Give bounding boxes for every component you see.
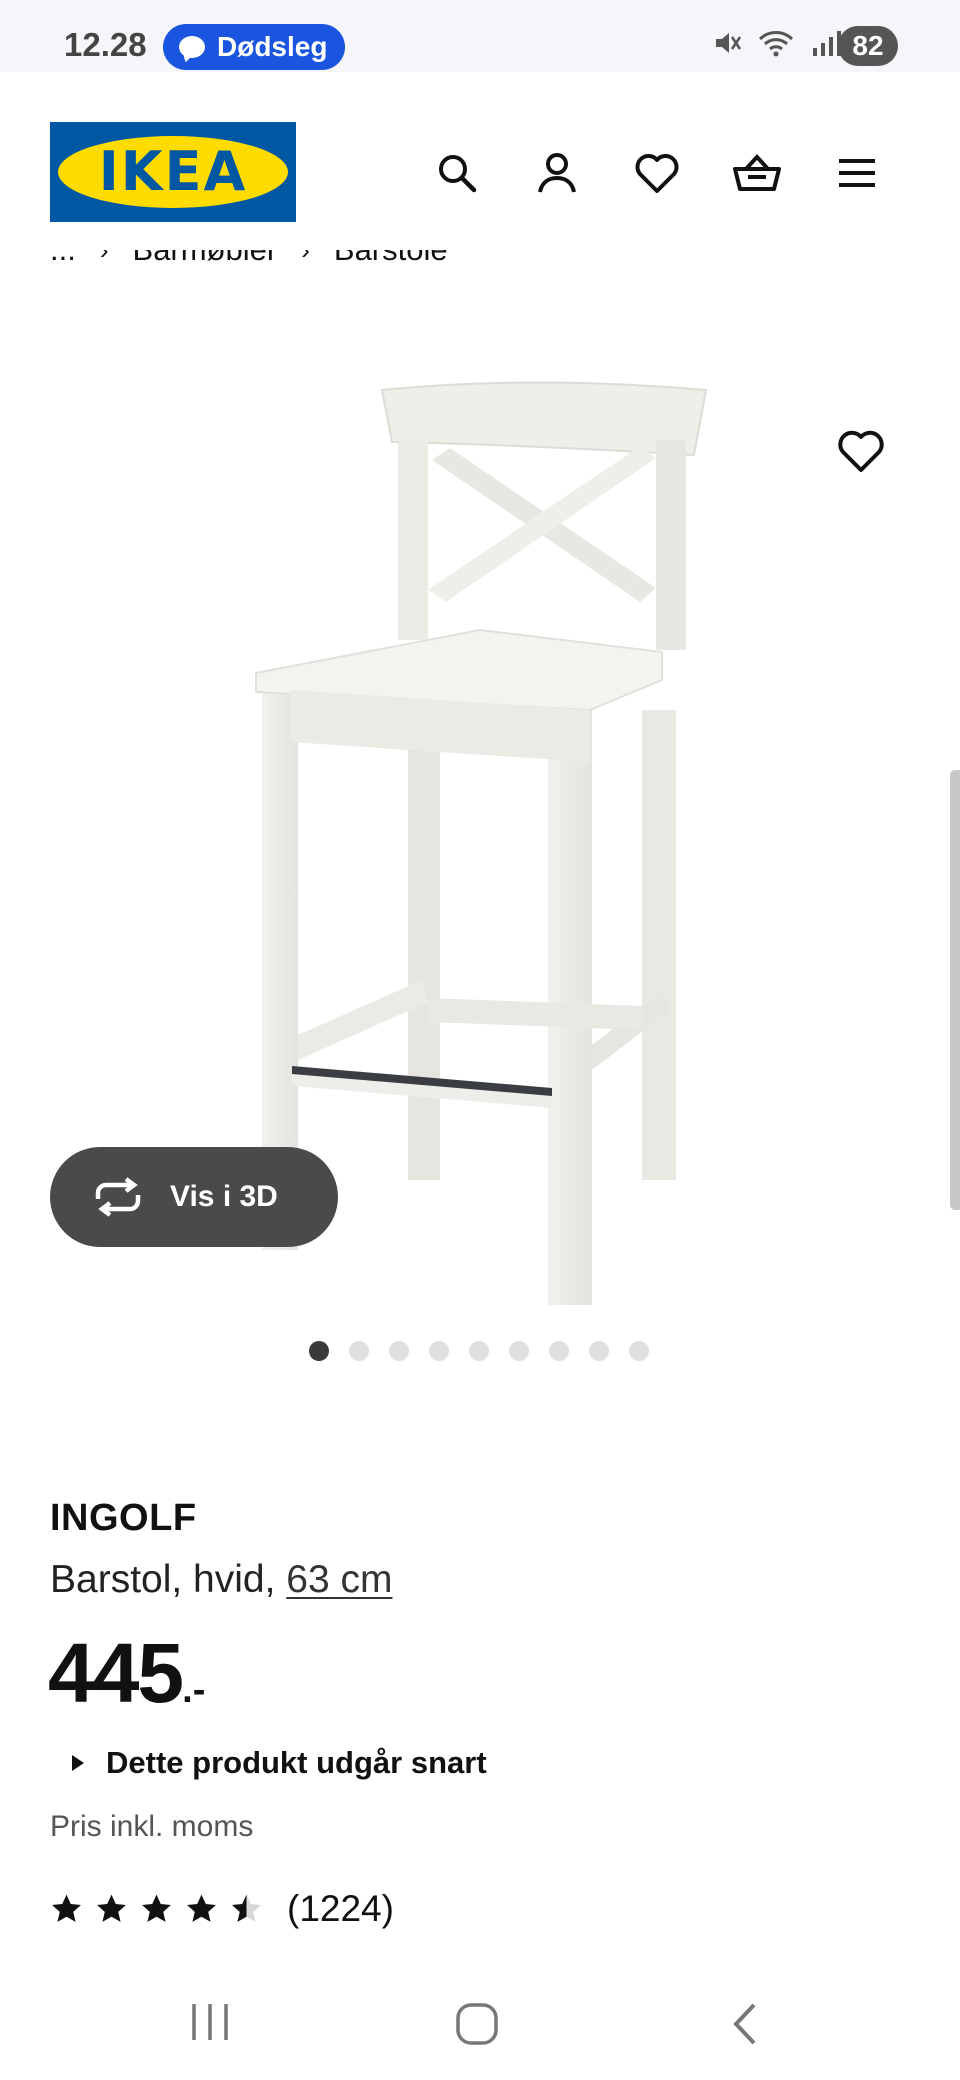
star-icon: [52, 1894, 81, 1922]
breadcrumb-barstole[interactable]: Barstole: [334, 250, 448, 268]
chevron-right-icon: ›: [301, 250, 310, 266]
price-main: 445: [48, 1626, 184, 1720]
heart-icon[interactable]: [632, 148, 682, 198]
discontinued-notice[interactable]: Dette produkt udgår snart: [72, 1745, 487, 1781]
carousel-dot[interactable]: [589, 1341, 609, 1361]
carousel-dot[interactable]: [429, 1341, 449, 1361]
add-to-favourites-heart-icon[interactable]: [836, 428, 886, 478]
profile-icon[interactable]: [532, 148, 582, 198]
breadcrumb-barmobler[interactable]: Barmøbler: [133, 250, 278, 268]
star-icon: [97, 1894, 126, 1922]
rating-stars: [50, 1893, 263, 1925]
product-description: Barstol, hvid, 63 cm: [50, 1558, 392, 1602]
header-actions: [432, 148, 882, 198]
discontinued-label: Dette produkt udgår snart: [106, 1745, 487, 1780]
half-star-icon: [232, 1894, 261, 1922]
notification-label: Dødsleg: [217, 31, 328, 62]
star-icon: [187, 1894, 216, 1922]
product-type: Barstol, hvid,: [50, 1558, 287, 1601]
product-rating[interactable]: (1224): [50, 1888, 394, 1930]
menu-icon[interactable]: [832, 148, 882, 198]
view-in-3d-button[interactable]: Vis i 3D: [50, 1147, 338, 1247]
basket-icon[interactable]: [732, 148, 782, 198]
search-icon[interactable]: [432, 148, 482, 198]
price-suffix: .-: [182, 1669, 206, 1711]
carousel-dot[interactable]: [469, 1341, 489, 1361]
mute-icon: [716, 33, 742, 53]
system-navigation-bar: [0, 1960, 960, 2080]
carousel-dot[interactable]: [629, 1341, 649, 1361]
carousel-dot[interactable]: [509, 1341, 529, 1361]
chevron-right-icon: ›: [100, 250, 109, 266]
image-carousel-dots: [309, 1341, 649, 1361]
status-icons: [712, 28, 844, 58]
notification-pill[interactable]: Dødsleg: [163, 24, 346, 70]
carousel-dot[interactable]: [309, 1341, 329, 1361]
home-icon[interactable]: [455, 2002, 499, 2046]
recent-apps-icon[interactable]: [188, 2002, 232, 2042]
product-name: INGOLF: [50, 1497, 197, 1539]
logo-text: IKEA: [98, 140, 248, 203]
status-bar: 12.28 Dødsleg 82: [0, 0, 960, 72]
back-icon[interactable]: [728, 2002, 762, 2046]
review-count: (1224): [287, 1888, 394, 1929]
site-header: IKEA: [0, 72, 960, 272]
breadcrumb-ellipsis[interactable]: ...: [50, 250, 76, 268]
carousel-dot[interactable]: [389, 1341, 409, 1361]
vat-note: Pris inkl. moms: [50, 1810, 254, 1843]
battery-indicator: 82: [838, 26, 898, 66]
status-time: 12.28: [64, 26, 147, 63]
wifi-icon: [758, 31, 794, 57]
product-price: 445.-: [48, 1628, 205, 1735]
breadcrumb: ... › Barmøbler › Barstole: [50, 250, 448, 290]
product-size-link[interactable]: 63 cm: [286, 1558, 392, 1601]
carousel-dot[interactable]: [549, 1341, 569, 1361]
caret-right-icon: [72, 1755, 84, 1771]
image-scrollbar[interactable]: [950, 770, 960, 1210]
star-icon: [142, 1894, 171, 1922]
chat-bubble-icon: [179, 36, 205, 58]
view-in-3d-label: Vis i 3D: [170, 1180, 278, 1213]
carousel-dot[interactable]: [349, 1341, 369, 1361]
ikea-logo[interactable]: IKEA: [50, 122, 296, 222]
rotate-3d-icon: [95, 1177, 141, 1217]
